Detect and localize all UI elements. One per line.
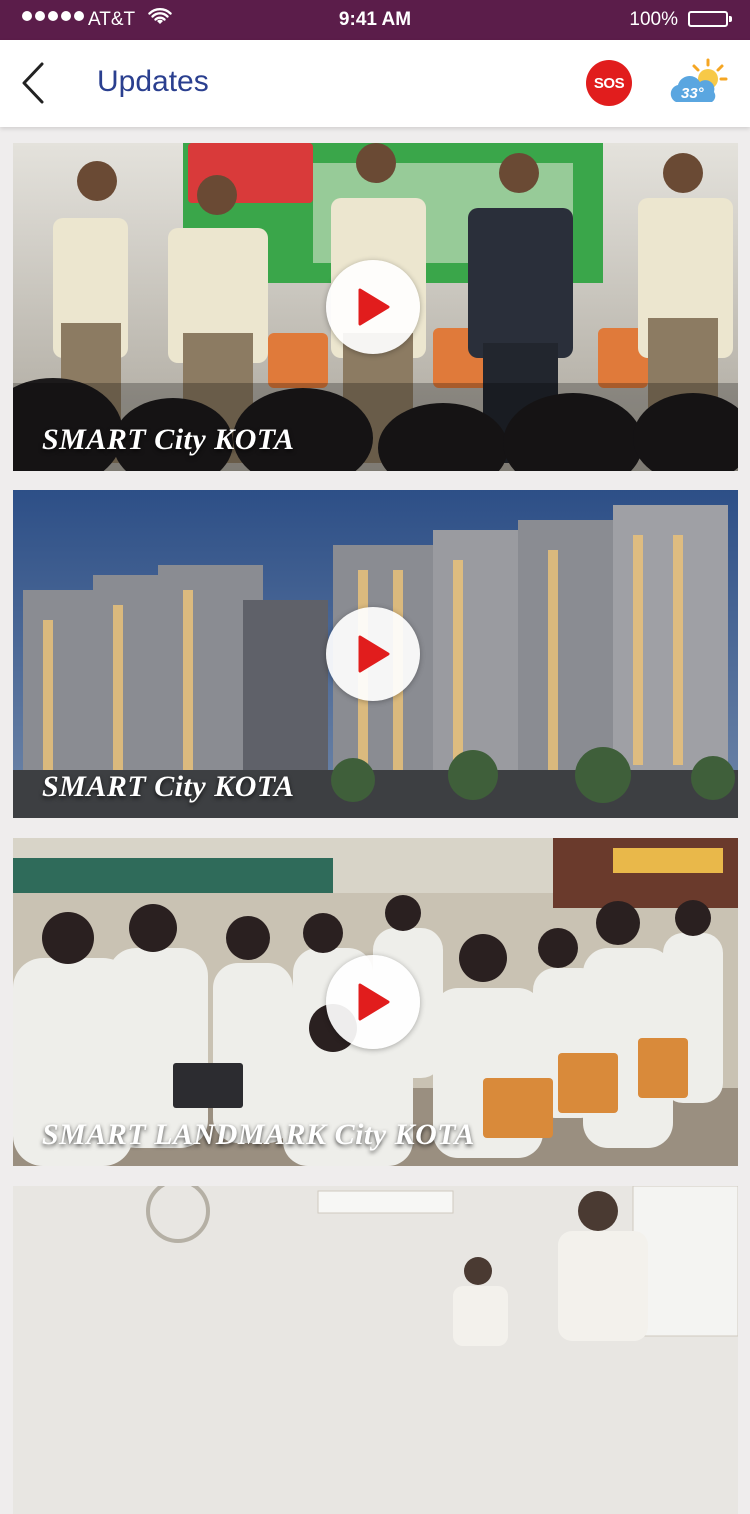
video-title: SMART City KOTA <box>42 770 295 803</box>
video-thumbnail <box>13 1186 738 1514</box>
video-title: SMART LANDMARK City KOTA <box>42 1118 475 1151</box>
video-card[interactable]: SMART City KOTA <box>13 143 738 471</box>
weather-widget[interactable]: 33° <box>668 58 728 108</box>
video-card[interactable] <box>13 1186 738 1514</box>
play-icon <box>358 288 390 326</box>
play-button[interactable] <box>326 955 420 1049</box>
back-chevron-icon[interactable] <box>14 58 54 108</box>
play-icon <box>358 635 390 673</box>
play-button[interactable] <box>326 260 420 354</box>
video-title: SMART City KOTA <box>42 423 295 456</box>
status-bar: AT&T 9:41 AM 100% <box>0 0 750 40</box>
play-button[interactable] <box>326 607 420 701</box>
video-card[interactable]: SMART LANDMARK City KOTA <box>13 838 738 1166</box>
weather-temperature: 33° <box>681 85 704 102</box>
play-icon <box>358 983 390 1021</box>
page-title: Updates <box>97 65 209 98</box>
battery-percentage: 100% <box>629 9 678 30</box>
sos-button[interactable]: SOS <box>586 60 632 106</box>
nav-header: Updates SOS 33° <box>0 40 750 127</box>
video-card[interactable]: SMART City KOTA <box>13 490 738 818</box>
battery-icon <box>688 11 732 27</box>
